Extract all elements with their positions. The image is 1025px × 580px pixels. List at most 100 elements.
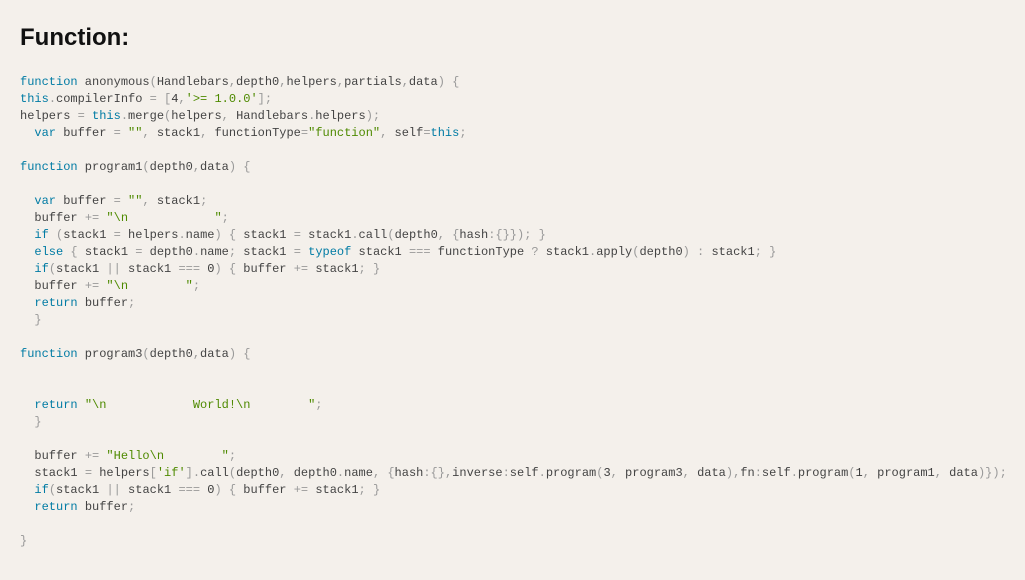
code-token-id: depth0 [294, 466, 337, 480]
code-token-op: , [193, 160, 200, 174]
code-token-op: ) { [214, 483, 243, 497]
code-token-id: name [200, 245, 229, 259]
code-token-id: program3 [625, 466, 683, 480]
code-token-id: data [409, 75, 438, 89]
code-token-op: += [294, 483, 316, 497]
code-token-op: += [85, 279, 107, 293]
code-token-id: merge [128, 109, 164, 123]
code-token-op: , [178, 92, 185, 106]
code-token-id: helpers [286, 75, 336, 89]
code-token-op: ) { [229, 347, 251, 361]
code-token-kw: typeof [308, 245, 351, 259]
code-token-id [20, 262, 34, 276]
code-token-num: 1 [856, 466, 863, 480]
code-token-id: buffer [20, 279, 85, 293]
code-token-op: ) { [214, 228, 243, 242]
code-token-id: data [200, 160, 229, 174]
code-token-op: ; [193, 279, 200, 293]
code-token-str: "" [128, 194, 142, 208]
code-token-op: = [114, 228, 128, 242]
code-token-op: ; } [755, 245, 777, 259]
code-token-str: 'if' [157, 466, 186, 480]
code-token-str: "" [128, 126, 142, 140]
code-token-op: . [121, 109, 128, 123]
code-token-kw: this [20, 92, 49, 106]
code-token-id: helpers [99, 466, 149, 480]
code-token-id: name [344, 466, 373, 480]
code-token-id [78, 398, 85, 412]
code-token-kw: return [34, 398, 77, 412]
code-token-op: , [279, 466, 293, 480]
code-token-id: depth0 [236, 466, 279, 480]
code-token-op: , [863, 466, 877, 480]
code-token-id: helpers [315, 109, 365, 123]
code-token-id: buffer [243, 483, 293, 497]
code-token-op: = [78, 109, 92, 123]
code-token-id: depth0 [150, 347, 193, 361]
code-token-op: } [34, 415, 41, 429]
code-token-op: ); [366, 109, 380, 123]
code-token-op: = [85, 466, 99, 480]
code-token-kw: if [34, 228, 48, 242]
code-token-op: , [229, 75, 236, 89]
code-token-id: buffer [78, 296, 128, 310]
code-token-id: data [949, 466, 978, 480]
code-token-id: functionType [214, 126, 300, 140]
code-token-id: stack1 [243, 245, 293, 259]
code-token-op: ; [200, 194, 207, 208]
code-token-id: partials [344, 75, 402, 89]
code-token-id: buffer [56, 194, 114, 208]
code-token-id: program1 [877, 466, 935, 480]
code-token-str: "\n " [106, 211, 221, 225]
code-token-id: depth0 [395, 228, 438, 242]
code-token-kw: if [34, 483, 48, 497]
code-token-op: ]; [258, 92, 272, 106]
code-token-kw: var [34, 194, 56, 208]
code-token-id: stack1 [157, 126, 200, 140]
code-token-id [20, 313, 34, 327]
code-token-op: = [301, 126, 308, 140]
code-token-id: stack1 [315, 483, 358, 497]
code-token-op: = [114, 194, 128, 208]
code-token-op: ; [128, 296, 135, 310]
code-token-op: ? [531, 245, 545, 259]
code-token-op: ) : [683, 245, 712, 259]
code-token-id: stack1 [63, 228, 113, 242]
code-token-op: ( [848, 466, 855, 480]
code-token-id: helpers [20, 109, 78, 123]
code-token-id: buffer [20, 211, 85, 225]
code-token-op: . [351, 228, 358, 242]
code-token-op: , { [373, 466, 395, 480]
code-token-op: : [755, 466, 762, 480]
code-token-str: "\n " [106, 279, 192, 293]
code-token-op: ; } [359, 262, 381, 276]
code-token-id: compilerInfo [56, 92, 150, 106]
code-token-op: += [85, 449, 107, 463]
code-token-op: { [70, 245, 84, 259]
code-token-str: "Hello\n " [106, 449, 228, 463]
code-token-op: , [142, 194, 156, 208]
code-token-op: ]. [186, 466, 200, 480]
code-token-id [20, 500, 34, 514]
code-token-id: program1 [78, 160, 143, 174]
code-token-id [20, 296, 34, 310]
code-token-kw: this [92, 109, 121, 123]
code-token-id: program [798, 466, 848, 480]
code-token-op: ; [229, 449, 236, 463]
code-token-op: ( [142, 160, 149, 174]
code-token-kw: if [34, 262, 48, 276]
code-token-id: fn [740, 466, 754, 480]
code-token-op: === [409, 245, 438, 259]
code-token-op: , [142, 126, 156, 140]
code-token-op: , { [438, 228, 460, 242]
code-token-op: ; [459, 126, 466, 140]
code-token-op: , [200, 126, 214, 140]
code-token-op: ; [229, 245, 243, 259]
code-token-id: stack1 [711, 245, 754, 259]
code-token-op: } [34, 313, 41, 327]
code-token-id: inverse [452, 466, 502, 480]
code-token-id: name [186, 228, 215, 242]
code-token-op: . [49, 92, 56, 106]
code-token-id: Handlebars [157, 75, 229, 89]
code-token-op: += [294, 262, 316, 276]
